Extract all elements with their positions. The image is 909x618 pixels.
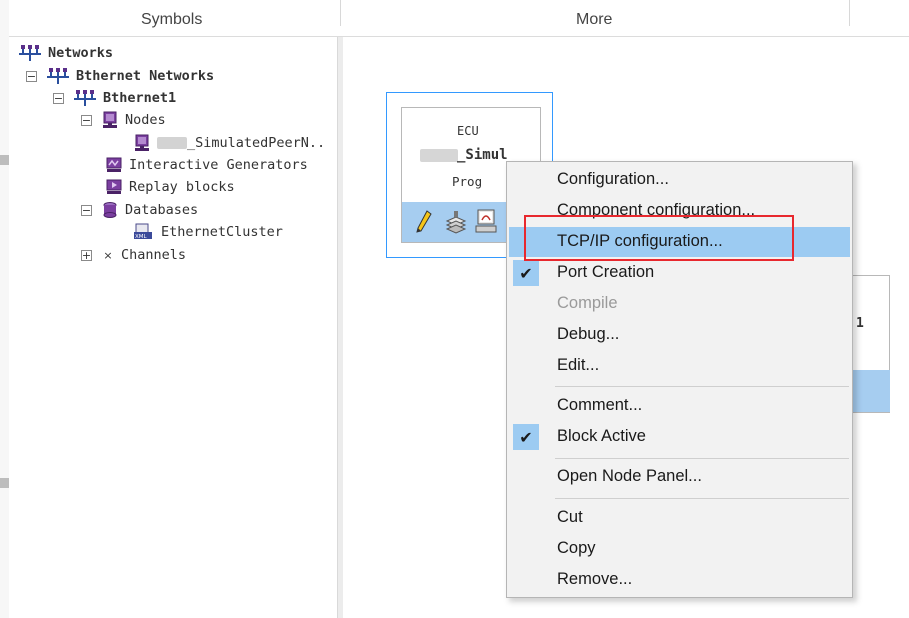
- tree-label: Databases: [125, 202, 199, 218]
- more-header[interactable]: More: [576, 11, 612, 29]
- tree-label: Channels: [121, 247, 187, 263]
- tree-item-databases[interactable]: − Databases: [81, 200, 198, 220]
- tree-item-interactive-generators[interactable]: Interactive Generators: [105, 155, 308, 175]
- menu-separator: [555, 386, 849, 387]
- svg-text:XML: XML: [135, 234, 148, 240]
- menu-item-configuration[interactable]: Configuration...: [509, 165, 850, 195]
- menu-item-label: Remove...: [557, 570, 633, 588]
- tree-label: Nodes: [125, 112, 166, 128]
- menu-item-block-active[interactable]: ✔ Block Active: [509, 422, 850, 452]
- node-icon: [103, 111, 117, 128]
- collapse-glyph: −: [81, 113, 92, 127]
- collapse-glyph: −: [26, 69, 37, 83]
- stack-icon[interactable]: [444, 209, 468, 235]
- redacted-name: [157, 137, 187, 149]
- checkmark-icon: ✔: [513, 260, 539, 286]
- collapse-toggle[interactable]: −: [81, 113, 92, 127]
- tree-item-ethernet-networks[interactable]: − Bthernet Networks: [26, 66, 214, 86]
- replay-icon: [106, 179, 122, 194]
- menu-separator: [555, 458, 849, 459]
- menu-item-label: Edit...: [557, 356, 600, 374]
- menu-separator: [555, 498, 849, 499]
- menu-item-label: Copy: [557, 539, 596, 557]
- menu-item-label: Configuration...: [557, 170, 669, 188]
- tree-item-replay-blocks[interactable]: Replay blocks: [105, 177, 235, 197]
- collapse-toggle[interactable]: −: [26, 69, 37, 83]
- menu-item-label: Block Active: [557, 427, 646, 445]
- network-icon: [47, 68, 69, 84]
- network-icon: [19, 45, 41, 61]
- edge-mark: [0, 478, 9, 488]
- menu-item-label: Debug...: [557, 325, 620, 343]
- node-type-label: ECU: [457, 124, 479, 138]
- menu-item-compile[interactable]: Compile: [509, 289, 850, 319]
- menu-item-remove[interactable]: Remove...: [509, 565, 850, 595]
- tree-label: EthernetCluster: [161, 224, 283, 240]
- checkmark-icon: ✔: [513, 424, 539, 450]
- menu-item-label: Compile: [557, 294, 618, 312]
- database-icon: [103, 202, 117, 218]
- expand-glyph: +: [81, 248, 92, 262]
- collapse-glyph: −: [53, 91, 64, 105]
- edge-mark: [0, 155, 9, 165]
- menu-item-copy[interactable]: Copy: [509, 534, 850, 564]
- tree-label: Interactive Generators: [129, 157, 308, 173]
- column-header: Symbols More: [9, 0, 909, 37]
- redacted-name: [420, 149, 458, 162]
- tree-label: _SimulatedPeerN..: [187, 135, 326, 151]
- menu-item-port-creation[interactable]: ✔ Port Creation: [509, 258, 850, 288]
- node-prog-label: Prog: [452, 174, 483, 189]
- collapse-toggle[interactable]: −: [53, 91, 64, 105]
- menu-item-label: Open Node Panel...: [557, 467, 702, 485]
- node-icon: [135, 134, 149, 151]
- tree-item-nodes[interactable]: − Nodes: [81, 110, 166, 130]
- expand-toggle[interactable]: +: [81, 248, 92, 262]
- tree-item-simulated-peer-node[interactable]: _SimulatedPeerN..: [133, 133, 325, 153]
- menu-item-edit[interactable]: Edit...: [509, 351, 850, 381]
- symbols-tree-pane: [9, 37, 337, 618]
- generator-icon: [106, 157, 122, 172]
- network-icon: [74, 90, 96, 106]
- pencil-icon[interactable]: [414, 209, 434, 235]
- header-separator: [340, 0, 341, 26]
- tree-label: Bthernet Networks: [76, 68, 215, 84]
- tree-item-networks[interactable]: Networks: [18, 43, 113, 63]
- collapse-glyph: −: [81, 203, 92, 217]
- channels-icon: ×: [103, 248, 113, 262]
- tree-item-ethernet1[interactable]: − Bthernet1: [53, 88, 176, 108]
- menu-item-label: Cut: [557, 508, 583, 526]
- arxml-icon: XML: [134, 223, 152, 240]
- menu-item-open-node-panel[interactable]: Open Node Panel...: [509, 462, 850, 492]
- header-separator: [849, 0, 850, 26]
- collapse-toggle[interactable]: −: [81, 203, 92, 217]
- symbols-header[interactable]: Symbols: [141, 11, 202, 29]
- tree-label: Networks: [48, 45, 114, 61]
- tree-item-channels[interactable]: + × Channels: [81, 245, 186, 265]
- tree-label: Replay blocks: [129, 179, 235, 195]
- node-name-label: _Simul: [457, 147, 508, 163]
- menu-item-cut[interactable]: Cut: [509, 503, 850, 533]
- tree-label: Bthernet1: [103, 90, 177, 106]
- node-monitor-icon[interactable]: [474, 208, 500, 236]
- menu-item-comment[interactable]: Comment...: [509, 391, 850, 421]
- tree-item-ethernet-cluster[interactable]: XML EthernetCluster: [133, 222, 283, 242]
- node2-label: 1: [856, 316, 864, 331]
- menu-item-label: Comment...: [557, 396, 643, 414]
- menu-item-label: Port Creation: [557, 263, 655, 281]
- menu-item-debug[interactable]: Debug...: [509, 320, 850, 350]
- annotation-highlight-box: [524, 215, 794, 261]
